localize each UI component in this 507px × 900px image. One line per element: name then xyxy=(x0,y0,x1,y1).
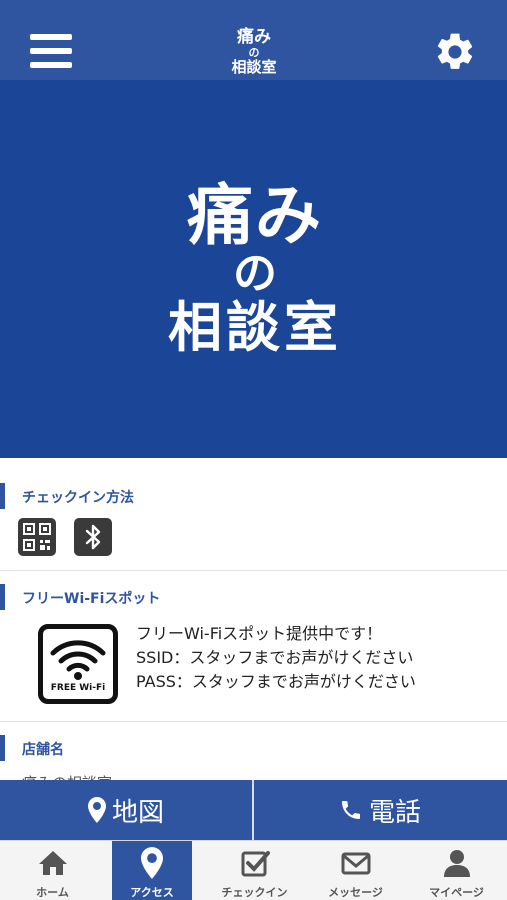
tab-home-label: ホーム xyxy=(36,886,69,899)
wifi-card-caption: FREE Wi-Fi xyxy=(50,683,106,693)
section-accent-bar xyxy=(0,483,5,509)
map-pin-icon xyxy=(87,797,106,823)
section-divider xyxy=(0,721,507,722)
hero-logo-line3: 相談室 xyxy=(168,296,342,359)
tab-access[interactable]: アクセス xyxy=(112,841,192,900)
checkbox-icon xyxy=(239,847,271,883)
tab-home[interactable]: ホーム xyxy=(2,841,103,900)
wifi-info-line: フリーWi-Fiスポット提供中です！ xyxy=(136,624,383,643)
tab-message[interactable]: メッセージ xyxy=(305,841,406,900)
person-icon xyxy=(441,847,473,883)
section-accent-bar xyxy=(0,735,5,761)
app-header: 痛み の 相談室 xyxy=(0,0,507,80)
wifi-info: フリーWi-Fiスポット提供中です！ SSID：スタッフまでお声がけください P… xyxy=(136,622,416,694)
section-divider xyxy=(0,570,507,571)
tab-mypage-label: マイページ xyxy=(429,886,484,899)
hamburger-menu-icon[interactable] xyxy=(30,34,74,70)
header-logo-line3: 相談室 xyxy=(231,58,277,76)
wifi-title: フリーWi-Fiスポット xyxy=(22,591,161,607)
tab-checkin-label: チェックイン xyxy=(221,886,288,899)
hero-logo: 痛み の 相談室 xyxy=(140,180,370,360)
header-logo: 痛み の 相談室 xyxy=(210,27,298,76)
tab-access-label: アクセス xyxy=(130,886,174,899)
gear-icon[interactable] xyxy=(433,30,477,74)
action-bar: 地図 電話 xyxy=(0,780,507,840)
hero-logo-line1: 痛み xyxy=(187,177,323,254)
store-section-title: 店舗名 xyxy=(0,735,507,761)
map-pin-icon xyxy=(141,847,163,883)
wifi-ssid-line: SSID：スタッフまでお声がけください xyxy=(136,648,414,667)
phone-button[interactable]: 電話 xyxy=(254,780,506,840)
wifi-section-title: フリーWi-Fiスポット xyxy=(0,584,507,610)
mail-icon xyxy=(340,847,372,883)
free-wifi-card: FREE Wi-Fi xyxy=(38,624,118,704)
tab-mypage[interactable]: マイページ xyxy=(406,841,507,900)
hero-banner: 痛み の 相談室 xyxy=(0,80,507,458)
map-button-label: 地図 xyxy=(111,797,164,828)
bottom-tab-bar: ホーム アクセス チェックイン メッセージ マイページ xyxy=(0,840,507,900)
header-logo-line1: 痛み xyxy=(237,27,271,47)
hero-logo-line2: の xyxy=(233,248,277,299)
section-accent-bar xyxy=(0,584,5,610)
map-button[interactable]: 地図 xyxy=(0,780,252,840)
checkin-section-title: チェックイン方法 xyxy=(0,483,507,509)
checkin-title: チェックイン方法 xyxy=(22,490,134,506)
phone-icon xyxy=(341,801,360,819)
wifi-icon xyxy=(50,640,106,680)
qr-code-icon[interactable] xyxy=(18,518,56,556)
home-icon xyxy=(37,847,69,883)
tab-message-label: メッセージ xyxy=(328,886,383,899)
tab-checkin[interactable]: チェックイン xyxy=(204,841,305,900)
phone-button-label: 電話 xyxy=(368,797,421,828)
store-title: 店舗名 xyxy=(22,742,64,758)
wifi-pass-line: PASS：スタッフまでお声がけください xyxy=(136,672,416,691)
bluetooth-icon[interactable] xyxy=(74,518,112,556)
